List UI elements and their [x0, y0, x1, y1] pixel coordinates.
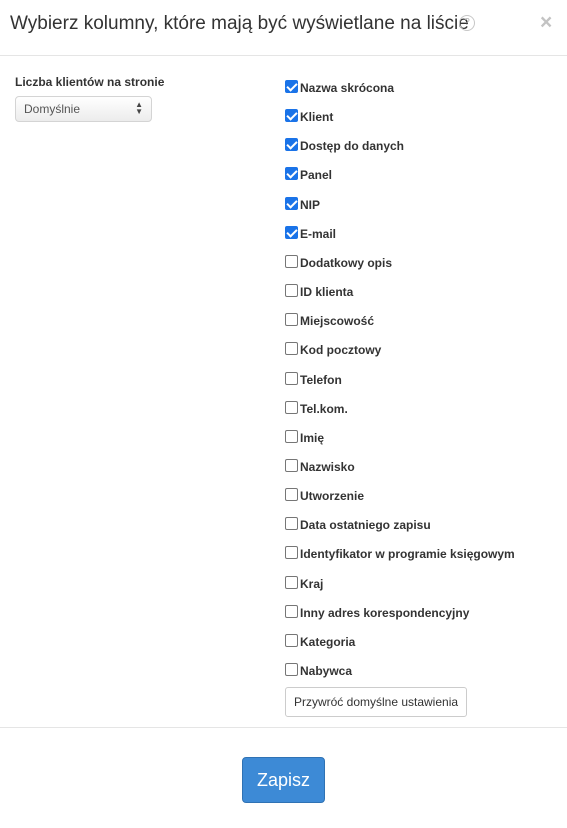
checkbox[interactable]: [285, 576, 298, 589]
checkbox-label[interactable]: Kod pocztowy: [300, 343, 381, 357]
modal-header: Wybierz kolumny, które mają być wyświetl…: [0, 0, 567, 55]
close-icon[interactable]: ×: [540, 12, 552, 34]
column-option[interactable]: E-mail: [285, 226, 545, 242]
checkbox[interactable]: [285, 313, 298, 326]
checkbox[interactable]: [285, 167, 298, 180]
checkbox[interactable]: [285, 634, 298, 647]
help-icon[interactable]: ?: [459, 15, 475, 31]
checkbox[interactable]: [285, 226, 298, 239]
checkbox-label[interactable]: Dostęp do danych: [300, 139, 404, 153]
checkbox-label[interactable]: Panel: [300, 168, 332, 182]
checkbox[interactable]: [285, 109, 298, 122]
per-page-label: Liczba klientów na stronie: [15, 75, 165, 89]
header-divider: [0, 55, 567, 56]
modal-title: Wybierz kolumny, które mają być wyświetl…: [10, 13, 469, 34]
column-option[interactable]: Data ostatniego zapisu: [285, 517, 545, 533]
column-option[interactable]: Nazwisko: [285, 459, 545, 475]
per-page-selected-value: Domyślnie: [24, 102, 81, 116]
column-option[interactable]: Kod pocztowy: [285, 342, 545, 358]
column-option[interactable]: Dodatkowy opis: [285, 255, 545, 271]
checkbox-label[interactable]: Nabywca: [300, 664, 352, 678]
checkbox[interactable]: [285, 342, 298, 355]
column-option[interactable]: ID klienta: [285, 284, 545, 300]
checkbox[interactable]: [285, 372, 298, 385]
checkbox[interactable]: [285, 197, 298, 210]
checkbox-label[interactable]: Kraj: [300, 577, 323, 591]
per-page-select[interactable]: Domyślnie ▲ ▼: [15, 96, 152, 122]
restore-defaults-button[interactable]: Przywróć domyślne ustawienia: [285, 687, 467, 717]
checkbox-label[interactable]: Nazwisko: [300, 460, 355, 474]
checkbox[interactable]: [285, 255, 298, 268]
checkbox[interactable]: [285, 605, 298, 618]
column-option[interactable]: Utworzenie: [285, 488, 545, 504]
checkbox[interactable]: [285, 401, 298, 414]
checkbox[interactable]: [285, 284, 298, 297]
footer-divider: [0, 727, 567, 728]
checkbox[interactable]: [285, 459, 298, 472]
checkbox-label[interactable]: NIP: [300, 198, 320, 212]
checkbox[interactable]: [285, 546, 298, 559]
checkbox-label[interactable]: Nazwa skrócona: [300, 81, 394, 95]
column-option[interactable]: Telefon: [285, 372, 545, 388]
checkbox-label[interactable]: Tel.kom.: [300, 402, 348, 416]
column-option[interactable]: Inny adres korespondencyjny: [285, 605, 545, 621]
checkbox[interactable]: [285, 430, 298, 443]
checkbox[interactable]: [285, 663, 298, 676]
checkbox-label[interactable]: Identyfikator w programie księgowym: [300, 547, 515, 561]
checkbox-label[interactable]: Kategoria: [300, 635, 355, 649]
column-option[interactable]: Imię: [285, 430, 545, 446]
column-option[interactable]: Tel.kom.: [285, 401, 545, 417]
save-button[interactable]: Zapisz: [242, 757, 325, 803]
checkbox-label[interactable]: Dodatkowy opis: [300, 256, 392, 270]
column-option[interactable]: Nazwa skrócona: [285, 80, 545, 96]
checkbox-label[interactable]: ID klienta: [300, 285, 353, 299]
checkbox-label[interactable]: Miejscowość: [300, 314, 374, 328]
column-option[interactable]: Klient: [285, 109, 545, 125]
checkbox-label[interactable]: Inny adres korespondencyjny: [300, 606, 469, 620]
checkbox[interactable]: [285, 517, 298, 530]
select-arrows-icon: ▲ ▼: [135, 100, 143, 116]
checkbox-label[interactable]: Data ostatniego zapisu: [300, 518, 431, 532]
column-option[interactable]: NIP: [285, 197, 545, 213]
checkbox-label[interactable]: Telefon: [300, 373, 342, 387]
checkbox-label[interactable]: Klient: [300, 110, 333, 124]
column-option[interactable]: Kategoria: [285, 634, 545, 650]
checkbox[interactable]: [285, 138, 298, 151]
column-option[interactable]: Nabywca: [285, 663, 545, 679]
checkbox-label[interactable]: E-mail: [300, 227, 336, 241]
checkbox[interactable]: [285, 80, 298, 93]
checkbox-label[interactable]: Imię: [300, 431, 324, 445]
checkbox[interactable]: [285, 488, 298, 501]
checkbox-label[interactable]: Utworzenie: [300, 489, 364, 503]
column-option[interactable]: Dostęp do danych: [285, 138, 545, 154]
column-option[interactable]: Panel: [285, 167, 545, 183]
column-option[interactable]: Identyfikator w programie księgowym: [285, 546, 545, 562]
column-option[interactable]: Miejscowość: [285, 313, 545, 329]
column-option[interactable]: Kraj: [285, 576, 545, 592]
